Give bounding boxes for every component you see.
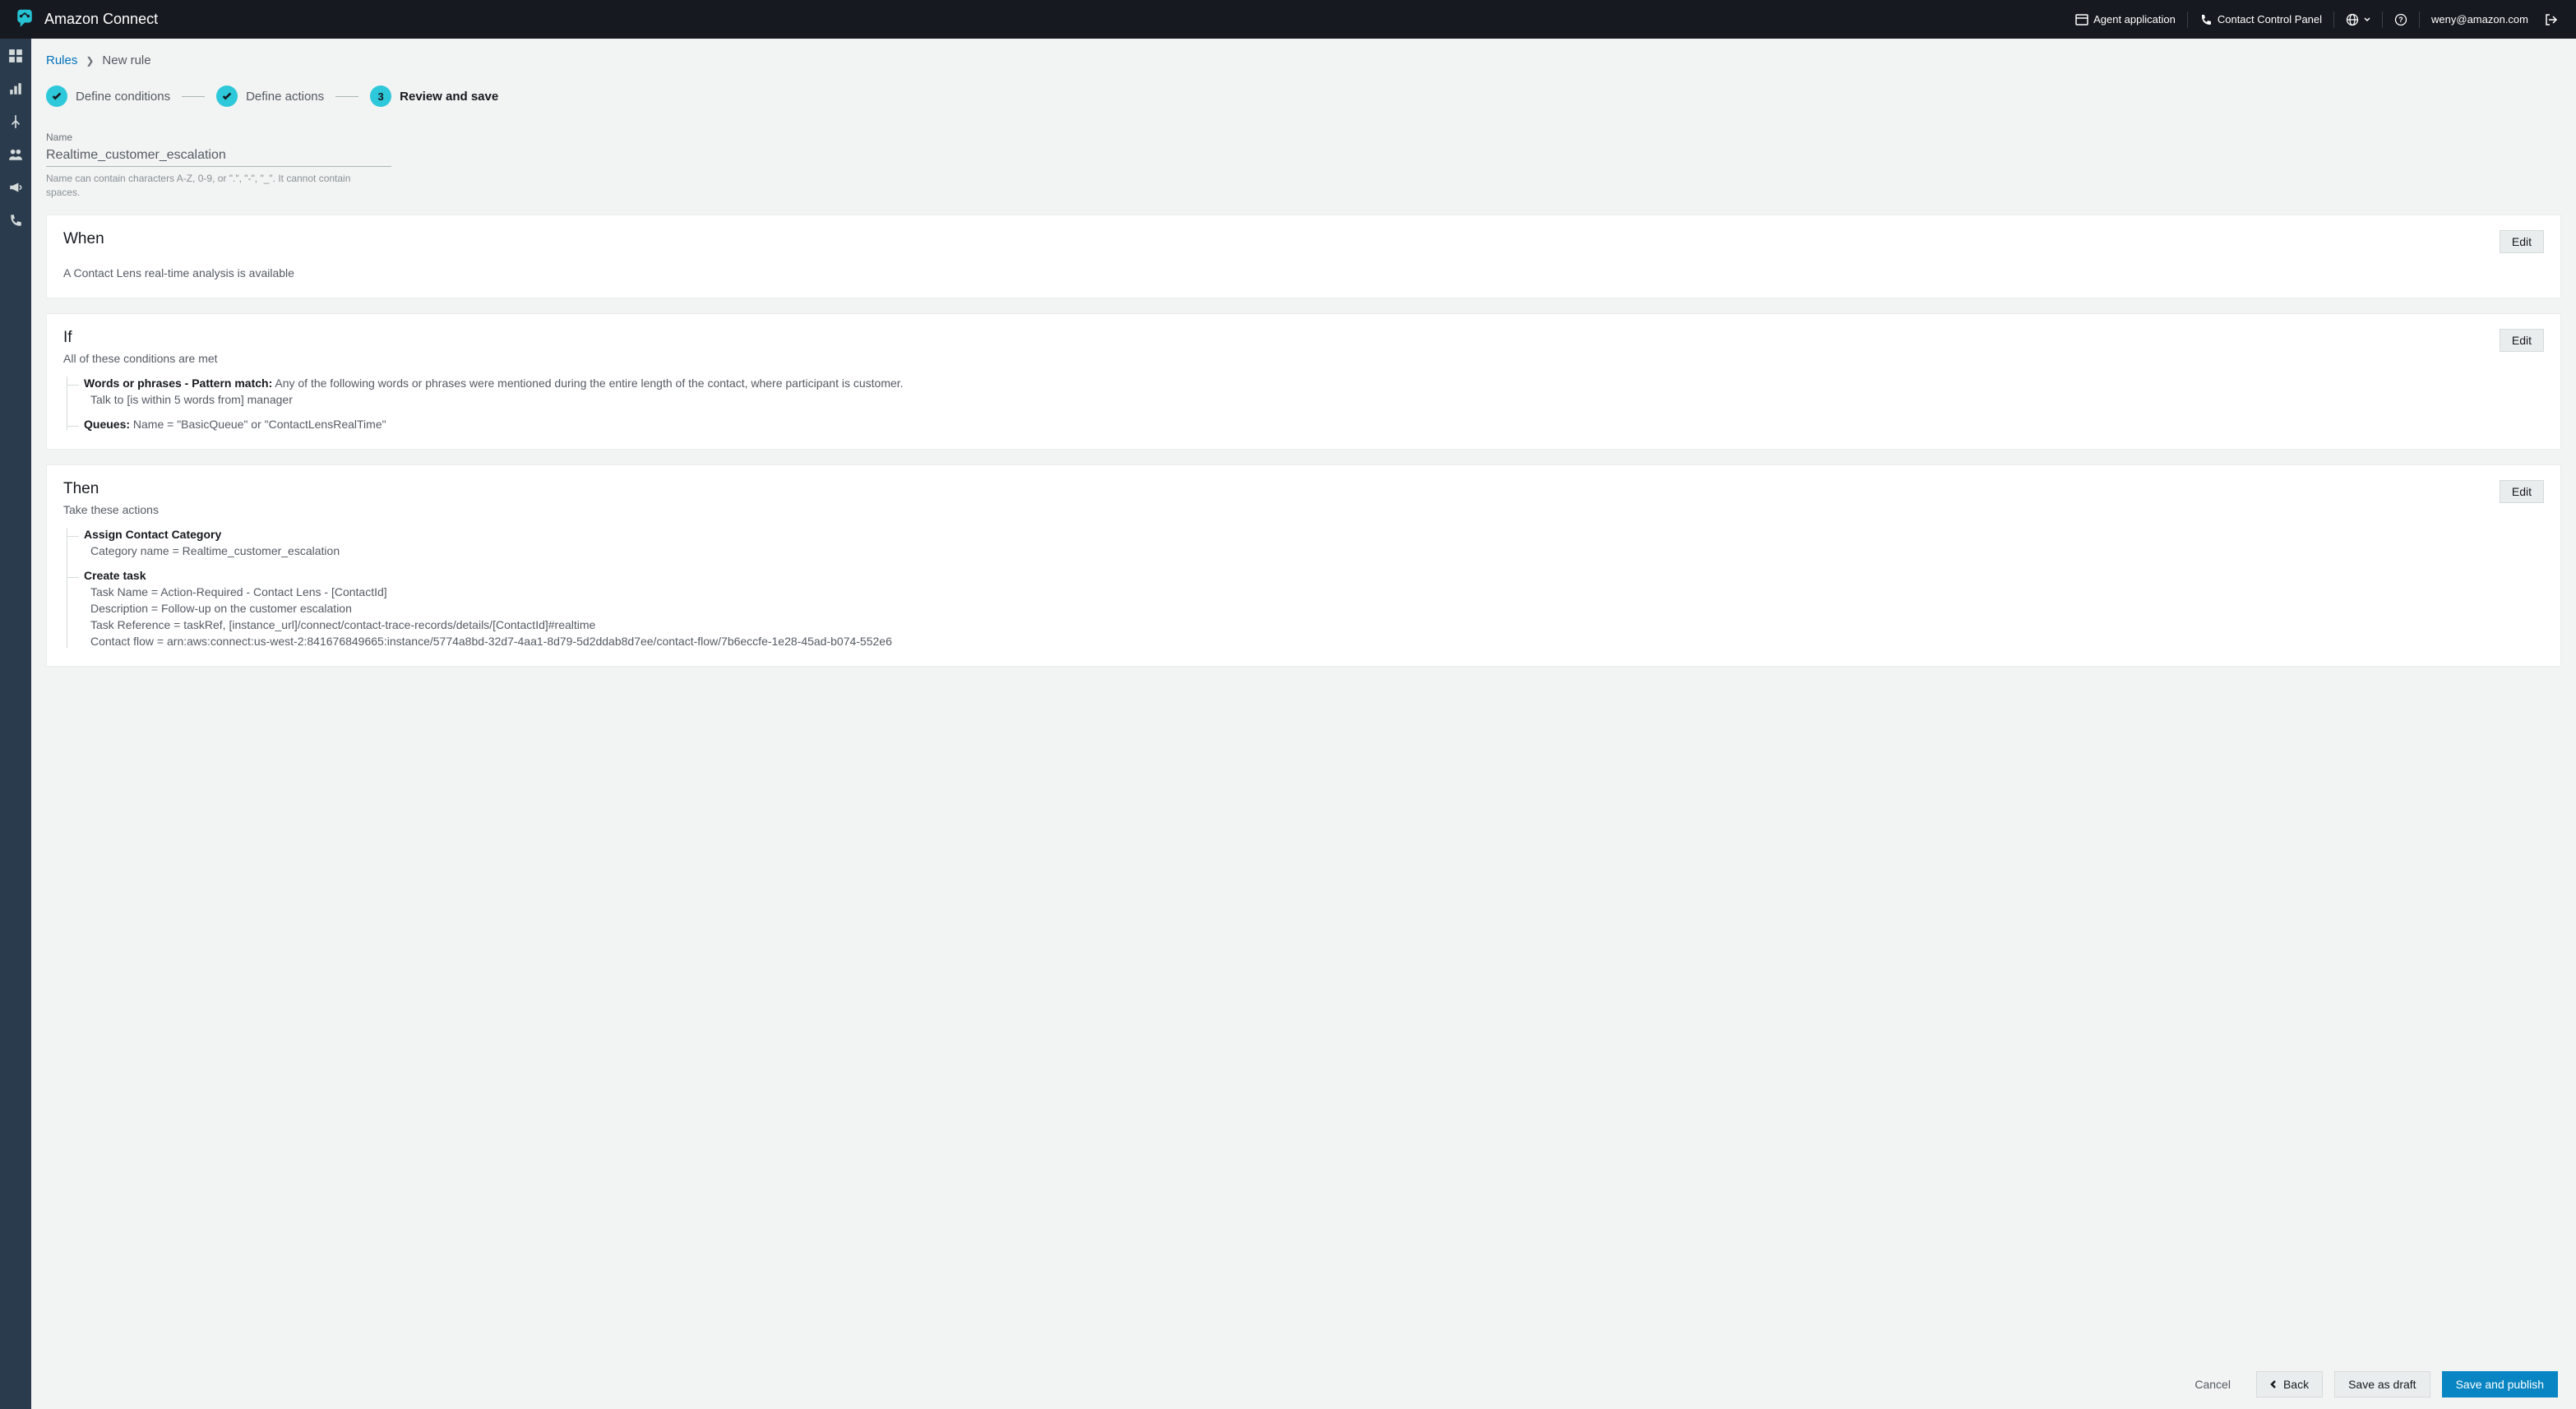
logo[interactable]: Amazon Connect xyxy=(13,8,158,31)
when-title: When xyxy=(63,230,104,248)
stepper: Define conditions Define actions 3 Revie… xyxy=(46,85,2561,107)
if-subtitle: All of these conditions are met xyxy=(63,352,218,365)
action-1-detail: Category name = Realtime_customer_escala… xyxy=(90,544,2544,557)
step-3-number: 3 xyxy=(370,85,391,107)
app-title: Amazon Connect xyxy=(44,11,158,28)
then-subtitle: Take these actions xyxy=(63,503,159,516)
if-card: If All of these conditions are met Edit … xyxy=(46,313,2561,450)
action-2-d1: Task Name = Action-Required - Contact Le… xyxy=(90,585,2544,598)
logout-icon xyxy=(2545,13,2558,26)
if-title: If xyxy=(63,329,218,347)
name-label: Name xyxy=(46,132,391,143)
breadcrumb-current: New rule xyxy=(102,53,150,67)
agent-application-link[interactable]: Agent application xyxy=(2064,0,2187,39)
step-2: Define actions xyxy=(216,85,324,107)
step-3-label: Review and save xyxy=(400,90,498,104)
name-field-block: Name Name can contain characters A-Z, 0-… xyxy=(46,132,391,200)
analytics-icon[interactable] xyxy=(8,81,23,96)
condition-2-head: Queues: Name = "BasicQueue" or "ContactL… xyxy=(84,418,2544,431)
then-card: Then Take these actions Edit Assign Cont… xyxy=(46,464,2561,667)
help-icon: ? xyxy=(2394,13,2407,26)
user-email: weny@amazon.com xyxy=(2431,13,2528,25)
when-card: When Edit A Contact Lens real-time analy… xyxy=(46,215,2561,298)
save-draft-button[interactable]: Save as draft xyxy=(2334,1371,2430,1397)
step-connector xyxy=(335,96,358,97)
language-selector[interactable] xyxy=(2334,0,2382,39)
topbar-right: Agent application Contact Control Panel … xyxy=(2064,0,2563,39)
sidebar xyxy=(0,39,31,1409)
when-edit-button[interactable]: Edit xyxy=(2500,230,2544,253)
condition-item: Queues: Name = "BasicQueue" or "ContactL… xyxy=(67,418,2544,431)
action-1-head: Assign Contact Category xyxy=(84,528,2544,541)
step-3: 3 Review and save xyxy=(370,85,498,107)
action-2-d3: Task Reference = taskRef, [instance_url]… xyxy=(90,618,2544,631)
footer-actions: Cancel Back Save as draft Save and publi… xyxy=(31,1360,2576,1409)
users-icon[interactable] xyxy=(8,147,23,162)
phone-nav-icon[interactable] xyxy=(8,213,23,228)
save-publish-button[interactable]: Save and publish xyxy=(2442,1371,2558,1397)
help-link[interactable]: ? xyxy=(2383,0,2419,39)
condition-item: Words or phrases - Pattern match: Any of… xyxy=(67,377,2544,406)
action-2-head: Create task xyxy=(84,569,2544,582)
svg-text:?: ? xyxy=(2398,16,2403,24)
action-2-d2: Description = Follow-up on the customer … xyxy=(90,602,2544,615)
if-edit-button[interactable]: Edit xyxy=(2500,329,2544,352)
conditions-tree: Words or phrases - Pattern match: Any of… xyxy=(67,377,2544,431)
caret-down-icon xyxy=(2364,16,2370,23)
name-hint: Name can contain characters A-Z, 0-9, or… xyxy=(46,172,358,200)
then-title: Then xyxy=(63,480,159,498)
breadcrumb: Rules ❯ New rule xyxy=(46,53,2561,67)
condition-1-head: Words or phrases - Pattern match: Any of… xyxy=(84,377,2544,390)
action-item: Create task Task Name = Action-Required … xyxy=(67,569,2544,648)
ccp-label: Contact Control Panel xyxy=(2218,13,2322,25)
dashboard-icon[interactable] xyxy=(8,49,23,63)
step-1-label: Define conditions xyxy=(76,90,170,104)
back-button[interactable]: Back xyxy=(2256,1371,2323,1397)
step-2-label: Define actions xyxy=(246,90,324,104)
back-label: Back xyxy=(2283,1378,2309,1391)
rule-name-input[interactable] xyxy=(46,145,391,167)
main-content: Rules ❯ New rule Define conditions Defin… xyxy=(31,39,2576,1409)
window-icon xyxy=(2075,13,2088,26)
topbar: Amazon Connect Agent application Contact… xyxy=(0,0,2576,39)
announcement-icon[interactable] xyxy=(8,180,23,195)
routing-icon[interactable] xyxy=(8,114,23,129)
chevron-right-icon: ❯ xyxy=(86,55,94,67)
step-2-check-icon xyxy=(216,85,238,107)
agent-app-label: Agent application xyxy=(2093,13,2176,25)
connect-logo-icon xyxy=(13,8,36,31)
cancel-button[interactable]: Cancel xyxy=(2181,1371,2245,1397)
actions-tree: Assign Contact Category Category name = … xyxy=(67,528,2544,648)
action-2-d4: Contact flow = arn:aws:connect:us-west-2… xyxy=(90,635,2544,648)
logout-button[interactable] xyxy=(2540,0,2563,39)
user-menu[interactable]: weny@amazon.com xyxy=(2420,0,2540,39)
chevron-left-icon xyxy=(2270,1380,2278,1388)
breadcrumb-rules[interactable]: Rules xyxy=(46,53,77,67)
phone-icon xyxy=(2199,13,2213,26)
step-1: Define conditions xyxy=(46,85,170,107)
then-edit-button[interactable]: Edit xyxy=(2500,480,2544,503)
step-1-check-icon xyxy=(46,85,67,107)
condition-1-detail: Talk to [is within 5 words from] manager xyxy=(90,393,2544,406)
ccp-link[interactable]: Contact Control Panel xyxy=(2188,0,2333,39)
step-connector xyxy=(182,96,205,97)
action-item: Assign Contact Category Category name = … xyxy=(67,528,2544,557)
when-text: A Contact Lens real-time analysis is ava… xyxy=(63,266,2544,279)
globe-icon xyxy=(2346,13,2359,26)
